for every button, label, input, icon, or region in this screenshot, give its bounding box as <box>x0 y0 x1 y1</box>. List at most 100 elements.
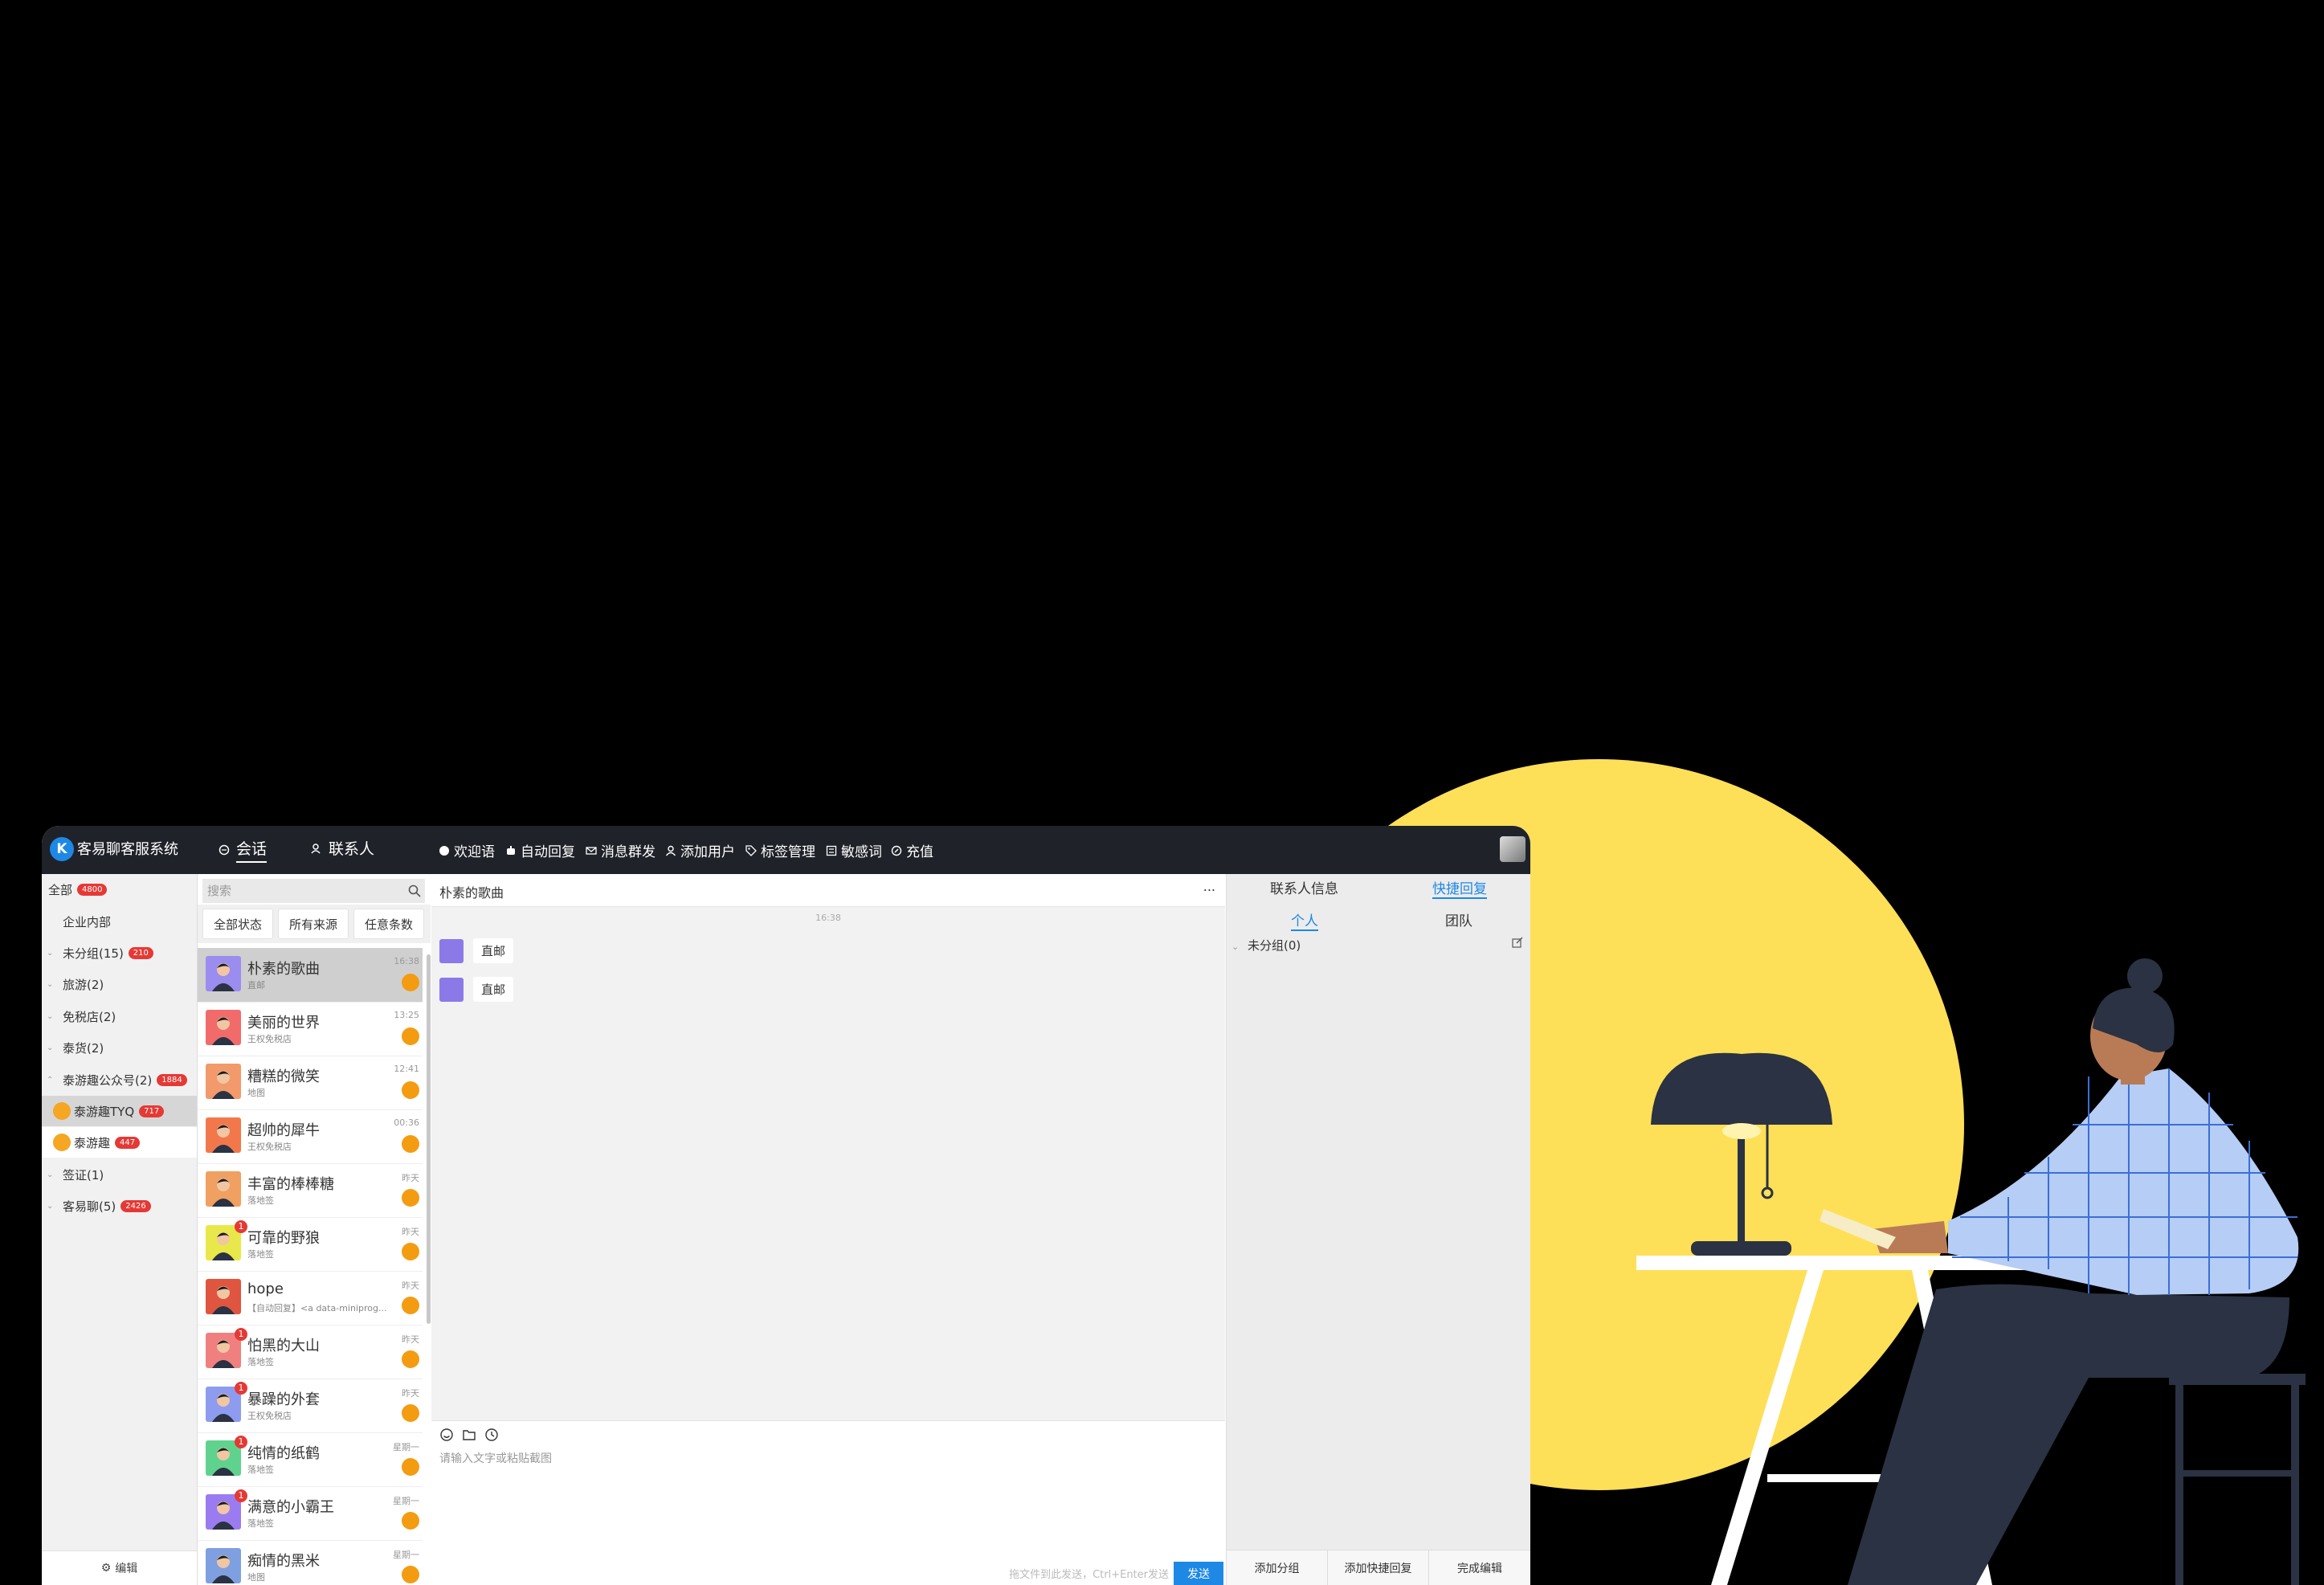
user-avatar[interactable] <box>1500 836 1526 862</box>
chat-icon <box>219 844 230 856</box>
contact-name: 美丽的世界 <box>247 1015 320 1031</box>
conversation-list-panel: 搜索 全部状态 所有来源 任意条数 朴素的歌曲 直邮 16:38 美丽的世界王权免税店… <box>198 874 431 1585</box>
edit-groups-button[interactable]: ⚙ 编辑 <box>42 1550 197 1585</box>
filter-status[interactable]: 全部状态 <box>202 909 273 939</box>
conversation-item[interactable]: 可靠的野狼 落地签 昨天 1 <box>198 1217 423 1272</box>
group-visa[interactable]: ⌄ 签证(1) <box>42 1159 197 1190</box>
tab-contacts[interactable]: 联系人 <box>311 837 374 859</box>
message-bubble: 直邮 <box>473 977 514 1002</box>
folder-icon[interactable] <box>462 1428 476 1442</box>
app-logo-icon: K <box>50 837 74 861</box>
unread-badge: 1 <box>235 1436 247 1448</box>
last-message-preview: 王权免税店 <box>247 1142 292 1152</box>
message-time: 星期一 <box>393 1550 419 1560</box>
search-input[interactable]: 搜索 <box>202 879 425 903</box>
group-ungrouped[interactable]: ⌄ 未分组(15) 210 <box>42 938 197 968</box>
group-duty-free[interactable]: ⌄ 免税店(2) <box>42 1001 197 1031</box>
tab-quick-reply[interactable]: 快捷回复 <box>1432 877 1487 899</box>
message-time: 12:41 <box>394 1064 419 1074</box>
message-bubble: 直邮 <box>473 938 514 963</box>
conversation-item[interactable]: 糟糕的微笑 地图 12:41 <box>198 1056 423 1110</box>
group-travel[interactable]: ⌄ 旅游(2) <box>42 969 197 999</box>
tag-icon <box>745 844 757 856</box>
more-options-icon[interactable]: ... <box>1203 879 1215 894</box>
add-quick-reply-button[interactable]: 添加快捷回复 <box>1328 1550 1429 1585</box>
group-official-account[interactable]: ⌃ 泰游趣公众号(2) 1884 <box>42 1064 197 1095</box>
message-time: 昨天 <box>402 1227 419 1237</box>
conversation-item[interactable]: 朴素的歌曲 直邮 16:38 <box>198 948 423 1003</box>
filter-count[interactable]: 任意条数 <box>353 909 424 939</box>
group-account-tyq[interactable]: 泰游趣TYQ 717 <box>42 1096 197 1126</box>
group-internal-label: 企业内部 <box>63 914 112 929</box>
toolbar-recharge[interactable]: 充值 <box>891 840 933 860</box>
add-user-icon <box>665 845 676 856</box>
search-icon[interactable] <box>408 884 421 897</box>
group-internal[interactable]: 企业内部 <box>42 906 197 937</box>
send-button[interactable]: 发送 <box>1174 1562 1223 1585</box>
toolbar-welcome[interactable]: 欢迎语 <box>439 840 495 860</box>
source-account-icon <box>402 1404 419 1422</box>
group-account-tyq-2[interactable]: 泰游趣 447 <box>42 1127 197 1158</box>
conversation-scrollbar[interactable] <box>427 954 431 1324</box>
toolbar-auto-reply[interactable]: 自动回复 <box>505 840 575 860</box>
chevron-up-icon: ⌃ <box>47 1075 54 1085</box>
clock-icon[interactable] <box>484 1428 499 1442</box>
group-keyiliao[interactable]: ⌄ 客易聊(5) 2426 <box>42 1191 197 1221</box>
conversation-item[interactable]: 满意的小霸王 落地签 星期一 1 <box>198 1486 423 1541</box>
group-account-tyq-label: 泰游趣TYQ <box>74 1104 135 1119</box>
message-avatar <box>439 938 464 963</box>
conversation-item[interactable]: 超帅的犀牛王权免税店 00:36 <box>198 1109 423 1164</box>
toolbar-tag-manage[interactable]: 标签管理 <box>745 840 815 860</box>
welcome-icon <box>439 845 449 856</box>
quick-reply-group[interactable]: ⌄ 未分组(0) <box>1231 937 1301 954</box>
contact-name: 纯情的纸鹤 <box>247 1445 320 1462</box>
conversation-item[interactable]: 丰富的棒棒糖 落地签 昨天 <box>198 1163 423 1218</box>
toolbar-welcome-label: 欢迎语 <box>454 844 495 860</box>
conversation-item[interactable]: 纯情的纸鹤落地签 星期一 1 <box>198 1432 423 1487</box>
conversation-item[interactable]: 怕黑的大山 落地签 昨天 1 <box>198 1325 423 1379</box>
edit-groups-label: 编辑 <box>115 1563 138 1575</box>
message-time: 00:36 <box>394 1117 419 1128</box>
contact-name: 超帅的犀牛 <box>247 1122 320 1139</box>
message-input[interactable]: 请输入文字或粘贴截图 <box>439 1450 552 1466</box>
tab-conversations[interactable]: 会话 <box>219 837 268 863</box>
toolbar-add-user[interactable]: 添加用户 <box>665 840 735 860</box>
last-message-preview: 地图 <box>247 1572 265 1583</box>
group-duty-free-label: 免税店(2) <box>63 1009 116 1024</box>
source-account-icon <box>402 1243 419 1260</box>
contact-avatar <box>206 956 241 991</box>
edit-icon[interactable] <box>1512 937 1523 948</box>
app-title: 客易聊客服系统 <box>77 841 178 858</box>
last-message-preview: 落地签 <box>247 1464 274 1475</box>
toolbar-broadcast[interactable]: 消息群发 <box>586 840 656 860</box>
group-all[interactable]: 全部 4800 <box>42 874 197 905</box>
top-bar: K 客易聊客服系统 会话 联系人 欢迎语 自动回复 消息群发 添加用户 标签管理… <box>42 826 1530 874</box>
add-group-button[interactable]: 添加分组 <box>1227 1550 1328 1585</box>
contact-name: hope <box>247 1281 284 1297</box>
source-account-icon <box>402 1297 419 1314</box>
group-thai-goods[interactable]: ⌄ 泰货(2) <box>42 1032 197 1063</box>
stool-illustration <box>2169 1374 2306 1585</box>
source-account-icon <box>402 1350 419 1368</box>
group-ungrouped-label: 未分组(15) <box>63 946 124 961</box>
message-time: 星期一 <box>393 1442 419 1452</box>
group-thai-goods-label: 泰货(2) <box>63 1040 104 1056</box>
send-hint: 拖文件到此发送，Ctrl+Enter发送 <box>1009 1569 1169 1581</box>
conversation-item[interactable]: 美丽的世界 王权免税店 13:25 <box>198 1002 423 1056</box>
emoji-icon[interactable] <box>439 1428 454 1442</box>
subtab-personal[interactable]: 个人 <box>1291 909 1318 931</box>
conversation-item[interactable]: 暴躁的外套 王权免税店 昨天 1 <box>198 1379 423 1433</box>
toolbar-sensitive-words[interactable]: 敏感词 <box>826 840 882 860</box>
unread-badge: 1 <box>235 1220 247 1233</box>
tab-contact-info[interactable]: 联系人信息 <box>1270 877 1338 897</box>
group-all-label: 全部 <box>48 882 73 897</box>
finish-edit-button[interactable]: 完成编辑 <box>1429 1550 1530 1585</box>
message-time: 16:38 <box>394 956 419 966</box>
conversation-item[interactable]: hope 【自动回复】<a data-miniprog... 昨天 <box>198 1271 423 1326</box>
filter-source[interactable]: 所有来源 <box>278 909 349 939</box>
subtab-team[interactable]: 团队 <box>1445 909 1472 929</box>
chevron-down-icon: ⌄ <box>47 979 54 989</box>
last-message-preview: 王权免税店 <box>247 1034 292 1044</box>
contacts-icon <box>311 843 321 854</box>
conversation-item[interactable]: 痴情的黑米 地图 星期一 <box>198 1540 423 1585</box>
